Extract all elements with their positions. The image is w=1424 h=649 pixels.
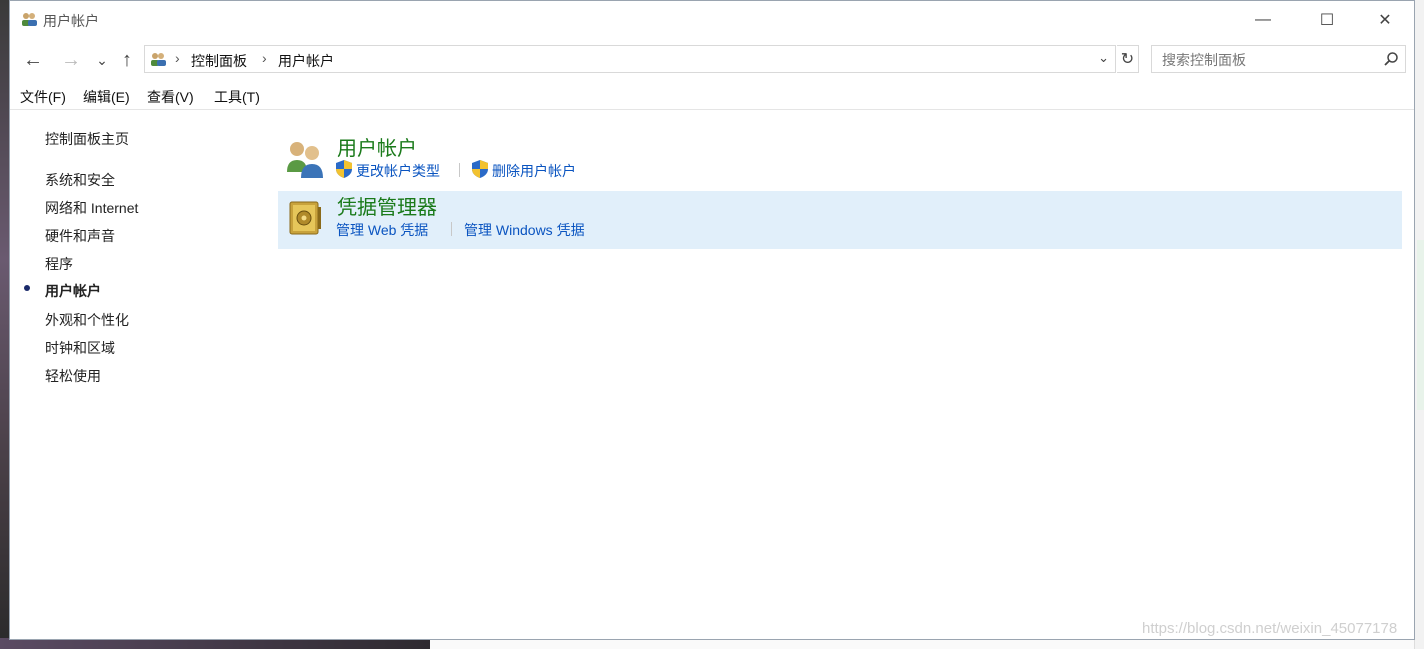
link-separator <box>451 222 452 236</box>
address-dropdown-icon[interactable]: ⌄ <box>1098 50 1109 66</box>
change-account-type-link[interactable]: 更改帐户类型 <box>356 161 440 181</box>
back-arrow-icon[interactable]: ← <box>21 48 45 72</box>
sidebar: 控制面板主页 系统和安全 网络和 Internet 硬件和声音 程序 用户帐户 … <box>10 108 270 638</box>
close-button[interactable]: ✕ <box>1356 1 1414 39</box>
watermark: https://blog.csdn.net/weixin_45077178 <box>1142 620 1398 637</box>
maximize-button[interactable]: ☐ <box>1298 1 1356 39</box>
sidebar-item-ease-of-access[interactable]: 轻松使用 <box>45 366 101 386</box>
background-window-edge <box>1414 0 1424 649</box>
sidebar-item-appearance[interactable]: 外观和个性化 <box>45 310 129 330</box>
window-title: 用户帐户 <box>43 13 99 29</box>
vault-icon[interactable] <box>284 197 326 239</box>
active-item-bullet <box>24 285 30 291</box>
minimize-button[interactable]: — <box>1234 1 1292 39</box>
navigation-row: ← → ⌄ ↑ › 控制面板 › 用户帐户 ⌄ ↻ <box>10 45 1414 75</box>
refresh-icon[interactable]: ↻ <box>1117 45 1139 73</box>
sidebar-item-clock-region[interactable]: 时钟和区域 <box>45 338 115 358</box>
sidebar-item-network-internet[interactable]: 网络和 Internet <box>45 198 138 218</box>
category-credential-manager: 凭据管理器 管理 Web 凭据 管理 Windows 凭据 <box>278 191 1402 249</box>
category-title-user-accounts[interactable]: 用户帐户 <box>337 132 417 161</box>
up-arrow-icon[interactable]: ↑ <box>115 48 139 72</box>
sidebar-item-control-panel-home[interactable]: 控制面板主页 <box>45 129 129 149</box>
search-box[interactable] <box>1151 45 1406 73</box>
breadcrumb-user-accounts[interactable]: 用户帐户 <box>278 51 334 71</box>
menu-tools[interactable]: 工具(T) <box>214 87 260 107</box>
link-separator <box>459 163 460 177</box>
search-input[interactable] <box>1160 51 1374 69</box>
sidebar-item-system-security[interactable]: 系统和安全 <box>45 170 115 190</box>
sidebar-item-programs[interactable]: 程序 <box>45 254 73 274</box>
sidebar-item-user-accounts[interactable]: 用户帐户 <box>45 281 101 301</box>
menu-bar: 文件(F) 编辑(E) 查看(V) 工具(T) <box>10 87 1414 110</box>
uac-shield-icon <box>472 160 488 178</box>
remove-user-account-link[interactable]: 删除用户帐户 <box>492 161 576 181</box>
category-title-credential-manager[interactable]: 凭据管理器 <box>337 191 437 220</box>
recent-locations-chevron-icon[interactable]: ⌄ <box>90 48 114 72</box>
breadcrumb-separator[interactable]: › <box>262 50 267 66</box>
search-icon[interactable] <box>1383 51 1399 67</box>
uac-shield-icon <box>336 160 352 178</box>
manage-windows-credentials-link[interactable]: 管理 Windows 凭据 <box>464 220 585 240</box>
address-bar[interactable]: › 控制面板 › 用户帐户 ⌄ <box>144 45 1116 73</box>
menu-file[interactable]: 文件(F) <box>20 87 66 107</box>
breadcrumb-separator[interactable]: › <box>175 50 180 66</box>
title-bar[interactable]: 用户帐户 — ☐ ✕ <box>10 1 1414 39</box>
category-user-accounts: 用户帐户 更改帐户类型 删除用户帐户 <box>278 132 1402 190</box>
breadcrumb-control-panel[interactable]: 控制面板 <box>191 51 247 71</box>
users-icon[interactable] <box>284 138 326 180</box>
users-icon <box>22 13 37 26</box>
manage-web-credentials-link[interactable]: 管理 Web 凭据 <box>336 220 428 240</box>
menu-edit[interactable]: 编辑(E) <box>83 87 130 107</box>
menu-view[interactable]: 查看(V) <box>147 87 194 107</box>
sidebar-item-hardware-sound[interactable]: 硬件和声音 <box>45 226 115 246</box>
forward-arrow-icon[interactable]: → <box>59 48 83 72</box>
control-panel-window: 用户帐户 — ☐ ✕ ← → ⌄ ↑ › 控制面板 › 用户帐户 ⌄ ↻ 搜索控… <box>9 0 1415 640</box>
users-icon <box>151 53 166 66</box>
